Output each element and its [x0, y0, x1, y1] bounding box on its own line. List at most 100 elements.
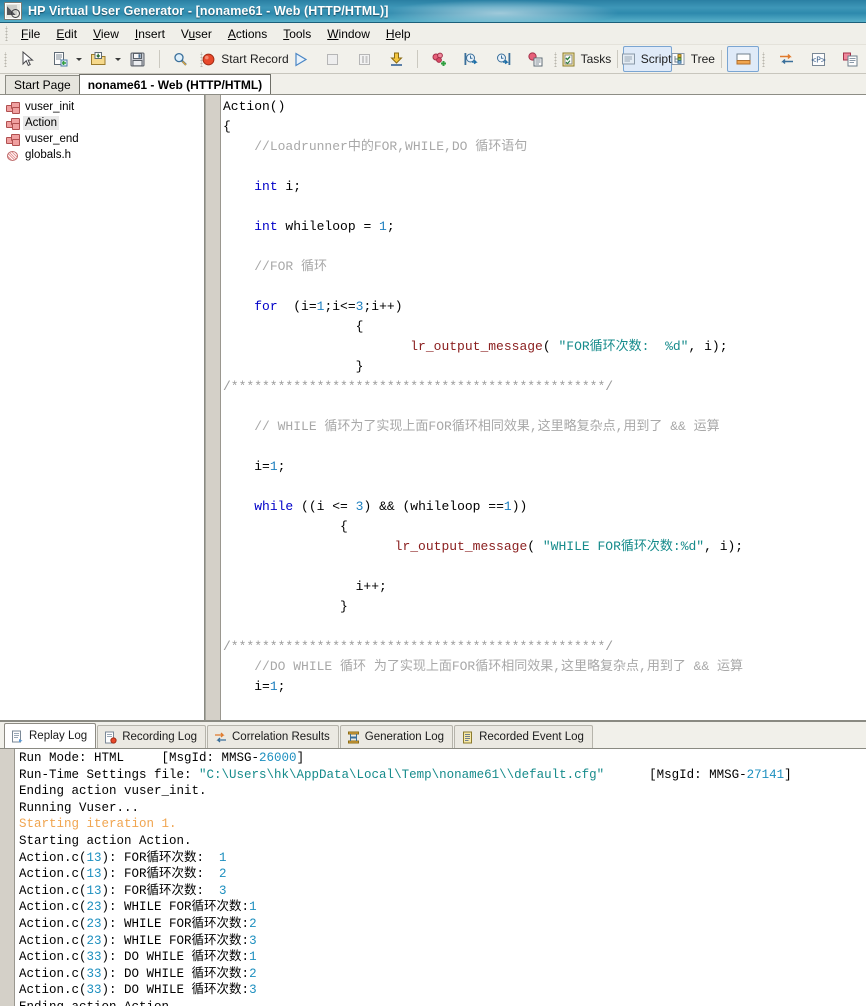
tree-item-vuser-init[interactable]: vuser_init	[4, 99, 204, 115]
tree-item-vuser-end[interactable]: vuser_end	[4, 131, 204, 147]
transaction-button[interactable]	[770, 46, 802, 72]
menu-file[interactable]: File	[13, 25, 48, 43]
document-tab-noname61[interactable]: noname61 - Web (HTTP/HTML)	[78, 74, 272, 94]
parameter-button[interactable]: <P>	[802, 46, 834, 72]
cursor-arrow-icon[interactable]	[12, 46, 44, 72]
code-line: // WHILE 循环为了实现上面FOR循环相同效果,这里略复杂点,用到了 &&…	[254, 419, 720, 434]
log-tab-recorded-event-log[interactable]: Recorded Event Log	[454, 725, 593, 748]
code-line: i=1;	[223, 459, 286, 474]
toolbar-grip-4[interactable]	[760, 51, 767, 67]
log-output-text[interactable]: Run Mode: HTML [MsgId: MMSG-26000] Run-Ti…	[15, 749, 866, 1006]
menu-edit-rest: dit	[64, 26, 78, 41]
log-tab-label: Recording Log	[122, 731, 197, 743]
editor-gutter[interactable]	[206, 95, 221, 720]
code-line: /***************************************…	[223, 379, 614, 394]
title-bar-highlight	[380, 0, 620, 22]
code-line: {	[223, 119, 231, 134]
menu-edit[interactable]: Edit	[48, 25, 85, 43]
snapshot-button[interactable]	[834, 46, 866, 72]
main-split: vuser_init Action vuser_end globals.h Ac…	[0, 95, 866, 720]
cursor-arrow-glyph	[20, 50, 37, 68]
code-line: //FOR 循环	[254, 259, 328, 274]
tree-item-label: vuser_init	[25, 101, 75, 113]
menu-grip[interactable]	[3, 26, 10, 41]
open-button[interactable]	[83, 46, 115, 72]
script-view-button[interactable]: Script	[620, 46, 672, 72]
menu-view[interactable]: View	[85, 25, 127, 43]
next-step-button[interactable]	[487, 46, 519, 72]
log-tab-generation-log[interactable]: Generation Log	[339, 725, 454, 748]
app-icon	[4, 2, 22, 20]
recording-log-icon	[104, 731, 117, 744]
menu-vuser[interactable]: Vuser	[173, 25, 220, 43]
tasks-label: Tasks	[580, 52, 612, 66]
output-panel: Replay Log Recording Log Correlation Res…	[0, 720, 866, 1006]
tree-item-action[interactable]: Action	[4, 115, 204, 131]
menu-help[interactable]: Help	[378, 25, 419, 43]
log-tab-correlation-results[interactable]: Correlation Results	[207, 725, 339, 748]
find-button[interactable]	[165, 46, 197, 72]
log-gutter	[0, 749, 15, 1006]
tree-view-icon	[670, 51, 687, 68]
code-line: while ((i <= 3) && (whileloop ==1))	[254, 499, 528, 514]
previous-step-button[interactable]	[455, 46, 487, 72]
log-output-body[interactable]: Run Mode: HTML [MsgId: MMSG-26000] Run-Ti…	[0, 748, 866, 1006]
toolbar-grip-1[interactable]	[2, 51, 9, 67]
snapshot-icon	[842, 51, 859, 68]
log-tab-recording-log[interactable]: Recording Log	[97, 725, 206, 748]
add-parameter-button[interactable]	[423, 46, 455, 72]
menu-insert[interactable]: Insert	[127, 25, 173, 43]
tree-item-globals-h[interactable]: globals.h	[4, 147, 204, 163]
code-line: do {	[223, 717, 866, 720]
save-button[interactable]	[122, 46, 154, 72]
code-line: }	[223, 599, 348, 614]
script-view-icon	[620, 51, 637, 68]
menu-tools-rest: ools	[289, 26, 312, 41]
editor-text[interactable]: Action() { //Loadrunner中的FOR,WHILE,DO 循环语…	[221, 95, 866, 720]
previous-step-icon	[463, 51, 480, 68]
pause-bars-icon	[356, 51, 373, 68]
run-step-button[interactable]	[519, 46, 551, 72]
start-record-button[interactable]: Start Record	[202, 46, 289, 72]
menu-file-rest: ile	[28, 26, 41, 41]
code-line: Action.c(13): FOR循环次数: 1	[19, 850, 227, 865]
menu-window[interactable]: Window	[319, 25, 378, 43]
toolbar-grip-3[interactable]	[552, 51, 560, 67]
new-script-button[interactable]	[44, 46, 76, 72]
stop-button[interactable]	[316, 46, 348, 72]
run-step-icon	[527, 51, 544, 68]
code-editor[interactable]: Action() { //Loadrunner中的FOR,WHILE,DO 循环语…	[205, 95, 866, 720]
code-line: {	[223, 319, 364, 334]
generation-log-icon	[347, 731, 360, 744]
code-line: }	[223, 359, 364, 374]
menu-actions[interactable]: Actions	[220, 25, 275, 43]
code-line: int whileloop = 1;	[254, 219, 395, 234]
code-line: int i;	[254, 179, 302, 194]
record-circle-icon	[200, 51, 217, 68]
split-pane-button[interactable]	[727, 46, 759, 72]
new-script-dropdown[interactable]	[76, 48, 83, 70]
tasks-button[interactable]: Tasks	[562, 46, 611, 72]
run-button[interactable]	[284, 46, 316, 72]
toolbar-separator-2	[417, 50, 419, 68]
menu-view-rest: iew	[100, 26, 119, 41]
document-tab-start-page[interactable]: Start Page	[5, 75, 80, 94]
open-dropdown[interactable]	[115, 48, 122, 70]
tree-view-button[interactable]: Tree	[670, 46, 716, 72]
download-button[interactable]	[380, 46, 412, 72]
toolbar-separator-3	[616, 50, 618, 68]
log-tab-replay-log[interactable]: Replay Log	[4, 723, 97, 748]
log-tab-label: Recorded Event Log	[479, 731, 584, 743]
stop-square-icon	[324, 51, 341, 68]
pause-button[interactable]	[348, 46, 380, 72]
menu-tools[interactable]: Tools	[275, 25, 319, 43]
svg-text:<P>: <P>	[811, 55, 826, 64]
correlation-results-icon	[214, 731, 227, 744]
